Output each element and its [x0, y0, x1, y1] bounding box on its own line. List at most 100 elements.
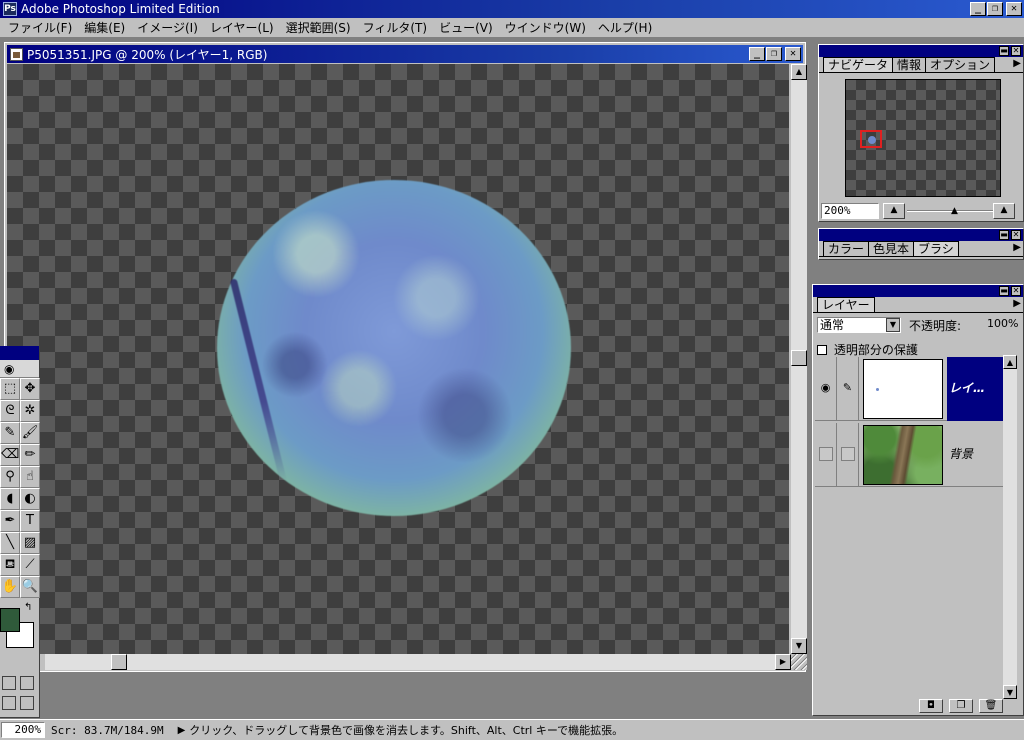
link-box [841, 447, 855, 461]
restore-button[interactable]: ❐ [987, 2, 1003, 16]
dodge-tool-icon[interactable]: ◐ [20, 488, 40, 510]
vertical-scrollbar[interactable]: ▲ ▼ [791, 64, 807, 654]
line-tool-icon[interactable]: ╲ [0, 532, 20, 554]
tab-swatches[interactable]: 色見本 [868, 241, 915, 256]
airbrush-tool-icon[interactable]: ✎ [0, 422, 20, 444]
zoom-slider[interactable] [907, 210, 993, 212]
status-zoom-field[interactable]: 200% [1, 722, 45, 738]
new-mask-icon[interactable]: ◘ [919, 699, 943, 713]
menu-window[interactable]: ウインドウ(W) [499, 19, 592, 36]
menu-image[interactable]: イメージ(I) [131, 19, 204, 36]
menu-layer[interactable]: レイヤー(L) [204, 19, 280, 36]
tab-options[interactable]: オプション [925, 57, 996, 72]
palette-menu-icon[interactable]: ▶ [1013, 242, 1021, 253]
fullscreen-mode-icon[interactable] [20, 696, 34, 710]
zoom-slider-knob[interactable]: ▲ [951, 206, 958, 216]
status-scratch-info[interactable]: Scr: 83.7M/184.9M [45, 724, 170, 737]
opacity-value[interactable]: 100% [987, 317, 1018, 330]
pencil-tool-icon[interactable]: ✏ [20, 444, 40, 466]
resize-grip[interactable] [791, 654, 807, 670]
menu-select[interactable]: 選択範囲(S) [280, 19, 357, 36]
image-canvas[interactable] [7, 64, 789, 654]
zoom-out-icon[interactable]: ▲ [883, 203, 905, 219]
minimize-button[interactable]: _ [970, 2, 986, 16]
brush-icon[interactable]: ✎ [837, 357, 859, 421]
doc-close-button[interactable]: ✕ [785, 47, 801, 61]
menu-view[interactable]: ビュー(V) [433, 19, 499, 36]
standard-mode-icon[interactable] [2, 676, 16, 690]
horizontal-scroll-thumb[interactable] [111, 654, 127, 670]
horizontal-scrollbar[interactable]: ▶ [45, 654, 791, 670]
tools-palette-titlebar[interactable] [0, 346, 39, 360]
foreground-color-swatch[interactable] [0, 608, 20, 632]
preserve-transparency-checkbox[interactable] [817, 345, 827, 355]
menu-edit[interactable]: 編集(E) [78, 19, 131, 36]
close-button[interactable]: ✕ [1006, 2, 1022, 16]
type-tool-icon[interactable]: T [20, 510, 40, 532]
stamp-tool-icon[interactable]: ⚲ [0, 466, 20, 488]
lasso-tool-icon[interactable]: ᘓ [0, 400, 20, 422]
chevron-down-icon[interactable]: ▼ [886, 318, 900, 332]
tab-info[interactable]: 情報 [892, 57, 927, 72]
zoom-tool-icon[interactable]: 🔍 [20, 576, 40, 598]
zoom-in-icon[interactable]: ▲ [993, 203, 1015, 219]
scroll-up-icon[interactable]: ▲ [791, 64, 807, 80]
hand-tool-icon[interactable]: ✋ [0, 576, 20, 598]
navigator-thumbnail[interactable] [845, 79, 1001, 197]
tab-layers[interactable]: レイヤー [817, 297, 875, 312]
doc-restore-button[interactable]: ❐ [766, 47, 782, 61]
magic-wand-tool-icon[interactable]: ✲ [20, 400, 40, 422]
trash-icon[interactable]: 🗑 [979, 699, 1003, 713]
eraser-tool-icon[interactable]: ⌫ [0, 444, 20, 466]
menu-help[interactable]: ヘルプ(H) [592, 19, 658, 36]
navigator-zoom-field[interactable]: 200% [821, 203, 879, 219]
tab-navigator[interactable]: ナビゲータ [823, 57, 894, 72]
bucket-tool-icon[interactable]: ⛾ [0, 554, 20, 576]
layer-visibility-toggle[interactable] [815, 423, 837, 487]
tab-brushes[interactable]: ブラシ [913, 241, 959, 256]
vertical-scroll-thumb[interactable] [791, 350, 807, 366]
blend-mode-select[interactable]: 通常 ▼ [817, 317, 901, 333]
layer-link-toggle[interactable] [837, 423, 859, 487]
marquee-tool-icon[interactable]: ⬚ [0, 378, 20, 400]
navigator-view-box[interactable] [860, 130, 882, 148]
menu-file[interactable]: ファイル(F) [2, 19, 78, 36]
doc-minimize-button[interactable]: _ [749, 47, 765, 61]
navigator-titlebar[interactable]: ▬ ✕ [819, 45, 1023, 57]
scroll-down-icon[interactable]: ▼ [1003, 685, 1017, 699]
paintbrush-tool-icon[interactable]: 🖌 [20, 422, 40, 444]
eye-icon[interactable]: ◉ [815, 357, 837, 421]
pen-tool-icon[interactable]: ✒ [0, 510, 20, 532]
move-tool-icon[interactable]: ✥ [20, 378, 40, 400]
scroll-right-icon[interactable]: ▶ [775, 654, 791, 670]
scroll-down-icon[interactable]: ▼ [791, 638, 807, 654]
layer-row-background[interactable]: 背景 [815, 423, 1003, 487]
new-layer-icon[interactable]: ❐ [949, 699, 973, 713]
layer-row-layer1[interactable]: ◉ ✎ レイ… [815, 357, 1003, 421]
layers-titlebar[interactable]: ▬ ✕ [813, 285, 1023, 297]
status-message: クリック、ドラッグして背景色で画像を消去します。Shift、Alt、Ctrl キ… [189, 724, 624, 737]
palette-minimize-icon[interactable]: ▬ [999, 230, 1009, 240]
document-titlebar[interactable]: P5051351.JPG @ 200% (レイヤー1, RGB) _ ❐ ✕ [7, 45, 803, 63]
palette-menu-icon[interactable]: ▶ [1013, 58, 1021, 69]
eyedropper-tool-icon[interactable]: ⟋ [20, 554, 40, 576]
swap-colors-icon[interactable]: ↰ [24, 602, 32, 613]
smudge-tool-icon[interactable]: ☝ [20, 466, 40, 488]
palette-close-icon[interactable]: ✕ [1011, 286, 1021, 296]
tab-color[interactable]: カラー [823, 241, 870, 256]
screen-mode-icon[interactable] [2, 696, 16, 710]
palette-minimize-icon[interactable]: ▬ [999, 286, 1009, 296]
palette-close-icon[interactable]: ✕ [1011, 230, 1021, 240]
palette-minimize-icon[interactable]: ▬ [999, 46, 1009, 56]
gradient-tool-icon[interactable]: ▨ [20, 532, 40, 554]
color-palette-titlebar[interactable]: ▬ ✕ [819, 229, 1023, 241]
palette-close-icon[interactable]: ✕ [1011, 46, 1021, 56]
scroll-up-icon[interactable]: ▲ [1003, 355, 1017, 369]
palette-menu-icon[interactable]: ▶ [1013, 298, 1021, 309]
navigator-image-dot [868, 136, 876, 144]
blur-tool-icon[interactable]: ◖ [0, 488, 20, 510]
status-menu-icon[interactable]: ▶ [170, 725, 190, 736]
layers-scrollbar[interactable]: ▲ ▼ [1003, 355, 1017, 699]
quickmask-mode-icon[interactable] [20, 676, 34, 690]
menu-filter[interactable]: フィルタ(T) [357, 19, 433, 36]
